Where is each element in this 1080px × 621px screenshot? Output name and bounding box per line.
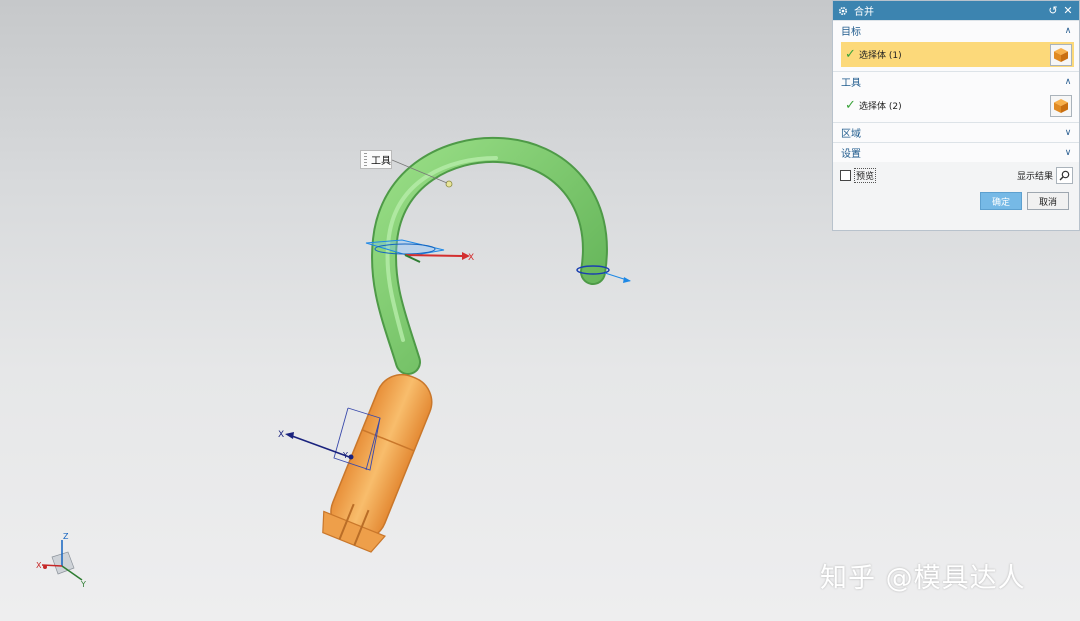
triad-z-label: Z xyxy=(63,532,69,541)
group-target-label: 目标 xyxy=(841,27,861,38)
tool-callout-text: 工具 xyxy=(371,156,391,167)
dialog-title-bar[interactable]: 合并 ↺ ✕ xyxy=(833,1,1079,20)
triad-y-label: Y xyxy=(80,580,86,589)
tool-selection-label: 选择体 (2) xyxy=(859,102,902,112)
check-icon: ✓ xyxy=(845,47,856,62)
watermark: 知乎 @模具达人 xyxy=(820,563,1026,594)
orange-handle-body[interactable] xyxy=(316,365,444,555)
axis-x-label-handle: X xyxy=(278,430,284,440)
group-header-region[interactable]: 区域 ∨ xyxy=(833,122,1079,142)
axis-x-label-upper: X xyxy=(468,253,474,263)
group-settings-label: 设置 xyxy=(841,149,861,160)
group-region-label: 区域 xyxy=(841,129,861,140)
preview-options: 预览 显示结果 xyxy=(833,162,1079,188)
cube-icon xyxy=(1054,47,1068,62)
group-body-target: ✓ 选择体 (1) xyxy=(833,40,1079,71)
group-header-settings[interactable]: 设置 ∨ xyxy=(833,142,1079,162)
drag-grip-icon[interactable] xyxy=(364,153,367,166)
preview-label: 预览 xyxy=(854,168,877,183)
axis-y-label-handle: Y xyxy=(342,451,348,460)
chevron-up-icon[interactable]: ∧ xyxy=(1063,77,1073,87)
chevron-down-icon[interactable]: ∨ xyxy=(1063,128,1073,138)
ok-button[interactable]: 确定 xyxy=(980,192,1022,210)
dialog-title: 合并 xyxy=(854,7,874,18)
cube-icon xyxy=(1054,98,1068,113)
group-header-target[interactable]: 目标 ∧ xyxy=(833,20,1079,40)
checkbox-box[interactable] xyxy=(840,170,851,181)
select-body-button[interactable] xyxy=(1050,43,1072,66)
pick-point-marker xyxy=(445,180,453,188)
target-selection-row[interactable]: ✓ 选择体 (1) xyxy=(841,42,1074,67)
tool-selection-row[interactable]: ✓ 选择体 (2) xyxy=(841,93,1074,118)
check-icon: ✓ xyxy=(845,98,856,113)
target-selection-label: 选择体 (1) xyxy=(859,51,902,61)
view-triad[interactable]: Z Y X xyxy=(36,532,86,589)
chevron-down-icon[interactable]: ∨ xyxy=(1063,148,1073,158)
preview-checkbox[interactable]: 预览 xyxy=(840,168,877,183)
group-tool-label: 工具 xyxy=(841,78,861,89)
show-result-label: 显示结果 xyxy=(1016,172,1053,182)
tool-callout-label[interactable]: 工具 xyxy=(360,150,392,169)
show-result-button[interactable] xyxy=(1056,167,1073,184)
group-header-tool[interactable]: 工具 ∧ xyxy=(833,71,1079,91)
cancel-button[interactable]: 取消 xyxy=(1027,192,1069,210)
unite-dialog: 合并 ↺ ✕ 目标 ∧ ✓ 选择体 (1) 工具 ∧ ✓ 选择体 (2) 区域 … xyxy=(832,0,1080,231)
gear-icon xyxy=(838,6,848,15)
reset-icon[interactable]: ↺ xyxy=(1047,4,1059,17)
chevron-up-icon[interactable]: ∧ xyxy=(1063,26,1073,36)
group-body-tool: ✓ 选择体 (2) xyxy=(833,91,1079,122)
select-body-button[interactable] xyxy=(1050,94,1072,117)
show-result: 显示结果 xyxy=(1017,167,1073,184)
triad-x-label: X xyxy=(36,561,42,570)
magnifier-icon xyxy=(1059,170,1070,181)
dialog-buttons: 确定 取消 xyxy=(833,188,1079,210)
close-icon[interactable]: ✕ xyxy=(1062,4,1074,17)
